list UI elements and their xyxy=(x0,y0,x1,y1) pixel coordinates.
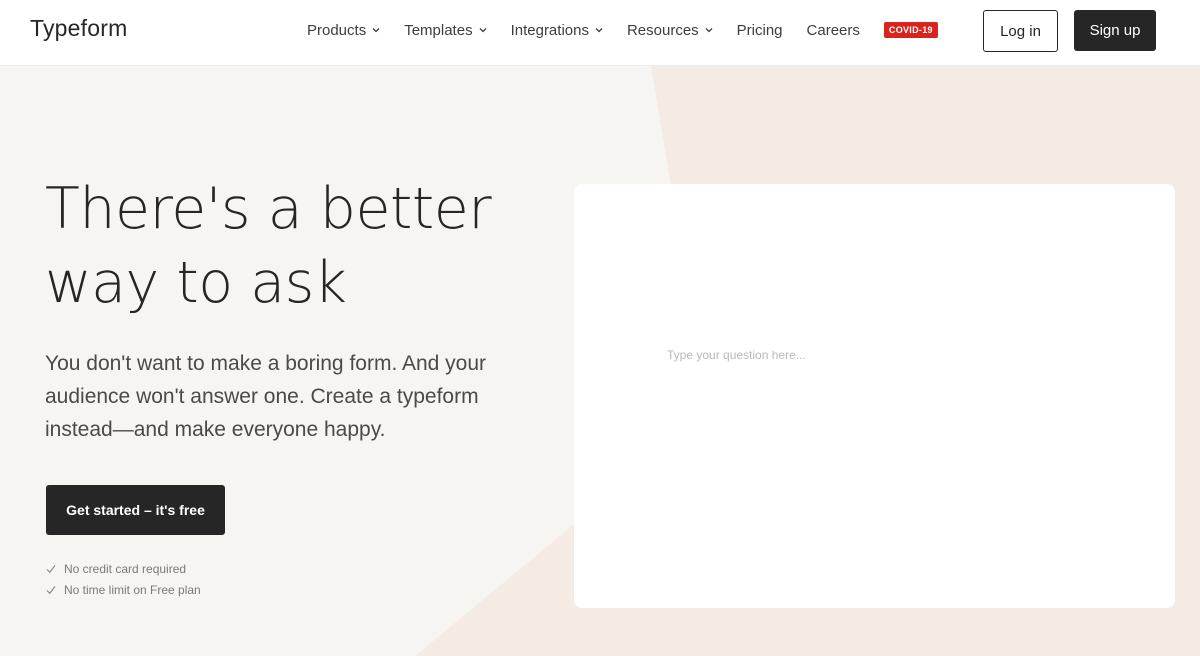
typeform-logo[interactable]: Typeform xyxy=(30,15,127,42)
chevron-down-icon xyxy=(479,28,487,33)
benefit-text: No time limit on Free plan xyxy=(64,582,201,597)
nav-templates[interactable]: Templates xyxy=(404,21,487,39)
chevron-down-icon xyxy=(705,28,713,33)
hero-title-line-2: way to ask xyxy=(45,250,347,316)
benefit-item: No time limit on Free plan xyxy=(46,579,201,600)
checkmark-icon xyxy=(46,564,56,573)
benefit-item: No credit card required xyxy=(46,558,201,579)
nav-covid-link[interactable]: COVID-19 xyxy=(883,22,938,38)
nav-templates-label: Templates xyxy=(404,21,473,39)
nav-resources[interactable]: Resources xyxy=(627,22,713,39)
covid-badge: COVID-19 xyxy=(883,22,938,38)
nav-pricing[interactable]: Pricing xyxy=(737,22,783,39)
hero-title-line-1: There's a better xyxy=(45,176,492,242)
nav-pricing-label: Pricing xyxy=(736,21,783,39)
hero-title: There's a better way to ask xyxy=(45,172,545,320)
form-preview-card xyxy=(574,184,1175,608)
nav-integrations[interactable]: Integrations xyxy=(511,22,603,39)
login-button[interactable]: Log in xyxy=(983,10,1058,52)
get-started-button[interactable]: Get started – it's free xyxy=(46,485,225,535)
nav-integrations-label: Integrations xyxy=(510,21,589,39)
main-nav: Products Templates Integrations Resource… xyxy=(307,0,962,60)
benefits-list: No credit card required No time limit on… xyxy=(46,558,201,600)
hero-subtitle: You don't want to make a boring form. An… xyxy=(45,352,486,441)
nav-products-label: Products xyxy=(307,21,367,39)
chevron-down-icon xyxy=(595,28,603,33)
question-input[interactable] xyxy=(667,348,1027,362)
top-nav-bar: Typeform Products Templates Integrations… xyxy=(0,0,1200,66)
signup-button[interactable]: Sign up xyxy=(1074,10,1156,51)
page: Typeform Products Templates Integrations… xyxy=(0,0,1200,656)
chevron-down-icon xyxy=(372,28,380,33)
nav-resources-label: Resources xyxy=(626,21,699,39)
nav-products[interactable]: Products xyxy=(307,22,380,39)
checkmark-icon xyxy=(46,585,56,594)
benefit-text: No credit card required xyxy=(64,561,187,576)
nav-careers-label: Careers xyxy=(806,21,860,39)
nav-careers[interactable]: Careers xyxy=(807,22,860,39)
